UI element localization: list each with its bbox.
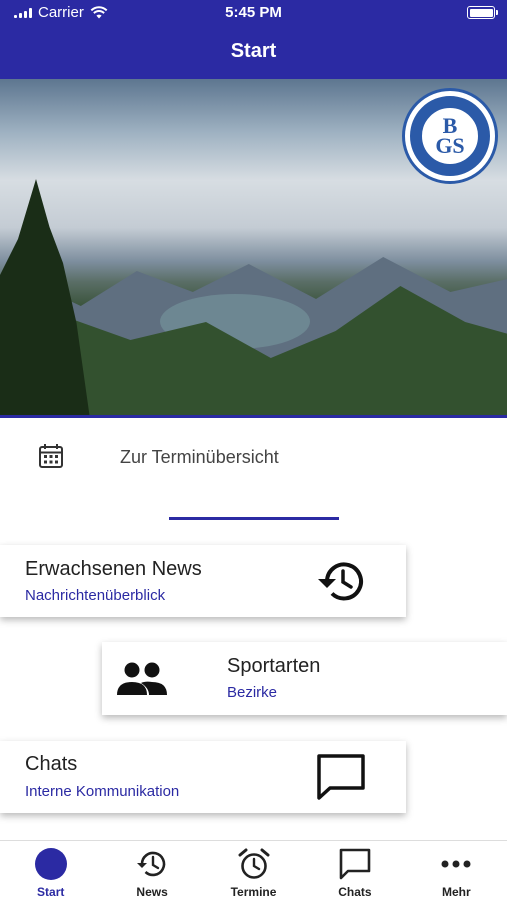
history-icon — [137, 851, 166, 877]
tab-chats[interactable]: Chats — [304, 841, 405, 900]
more-icon — [441, 860, 471, 868]
chat-icon — [339, 848, 371, 880]
page-title: Start — [230, 40, 277, 62]
history-icon — [318, 562, 363, 601]
tab-termine[interactable]: Termine — [203, 841, 304, 900]
card-title: Chats — [25, 753, 78, 775]
alarm-icon — [238, 848, 270, 879]
tab-label: News — [136, 885, 168, 899]
section-underline — [169, 517, 339, 520]
card-sportarten[interactable]: Sportarten Bezirke — [102, 642, 507, 715]
card-subtitle: Bezirke — [227, 684, 278, 701]
card-subtitle: Interne Kommunikation — [25, 783, 180, 800]
card-title: Sportarten — [227, 655, 321, 677]
card-title: Erwachsenen News — [25, 558, 202, 580]
card-chats[interactable]: Chats Interne Kommunikation — [0, 741, 406, 813]
tab-label: Termine — [230, 885, 277, 899]
chat-icon — [317, 754, 365, 800]
tab-start[interactable]: Start — [0, 841, 101, 900]
tab-label: Mehr — [441, 885, 471, 899]
calendar-icon — [39, 444, 63, 468]
termin-overview-label: Zur Terminübersicht — [120, 447, 279, 467]
people-icon — [117, 662, 167, 695]
hero-trees — [0, 179, 90, 417]
battery-icon — [467, 6, 498, 19]
clock: 5:45 PM — [225, 4, 282, 21]
app-header: Carrier 5:45 PM Start — [0, 0, 507, 79]
hero-divider — [0, 415, 507, 418]
card-subtitle: Nachrichtenüberblick — [25, 587, 166, 604]
bgs-logo: B GS — [402, 88, 498, 184]
tab-label: Chats — [338, 885, 372, 899]
tab-label: Start — [37, 885, 65, 899]
tab-mehr[interactable]: Mehr — [406, 841, 507, 900]
tab-news[interactable]: News — [101, 841, 202, 900]
home-dot-icon — [34, 848, 67, 880]
card-erwachsenen-news[interactable]: Erwachsenen News Nachrichtenüberblick — [0, 545, 406, 617]
termin-overview-link[interactable]: Zur Terminübersicht — [0, 420, 507, 494]
status-bar: Carrier 5:45 PM — [0, 0, 507, 26]
hero-image: B GS — [0, 79, 507, 417]
tab-bar: Start News Termine Chats Mehr — [0, 840, 507, 900]
